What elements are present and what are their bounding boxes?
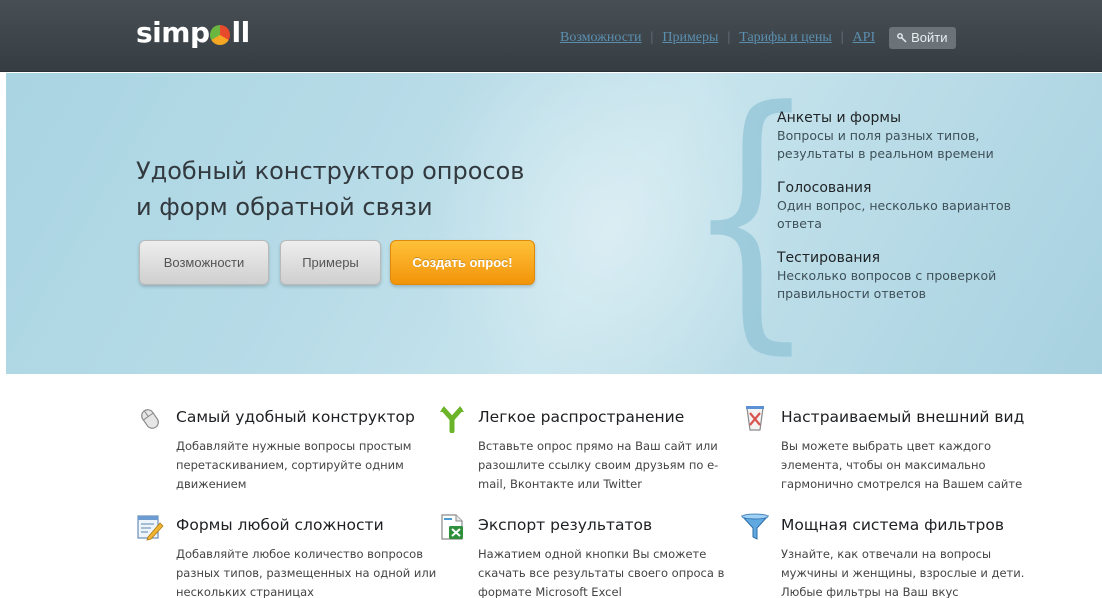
key-icon bbox=[897, 32, 907, 42]
feature-title: Мощная система фильтров bbox=[781, 516, 1004, 534]
feature-text: Добавляйте нужные вопросы простым перета… bbox=[176, 439, 412, 491]
hero-feature-text: Один вопрос, несколько вариантов ответа bbox=[777, 198, 1012, 231]
feature-title: Формы любой сложности bbox=[176, 516, 384, 534]
hero-features-list: Анкеты и формы Вопросы и поля разных тип… bbox=[777, 109, 1057, 319]
nav-link-pricing[interactable]: Тарифы и цены bbox=[739, 30, 831, 46]
nav-separator: | bbox=[840, 30, 844, 45]
hero-feature-title: Анкеты и формы bbox=[777, 110, 902, 126]
hero-title: Удобный конструктор опросов и форм обрат… bbox=[136, 153, 616, 225]
nav-link-examples[interactable]: Примеры bbox=[662, 30, 718, 46]
hero-feature-text: Вопросы и поля разных типов, результаты … bbox=[777, 128, 994, 161]
feature-title: Легкое распространение bbox=[478, 408, 685, 426]
feature-title: Экспорт результатов bbox=[478, 516, 653, 534]
nav-link-api[interactable]: API bbox=[853, 30, 876, 46]
login-label: Войти bbox=[911, 30, 948, 45]
top-nav: Возможности | Примеры | Тарифы и цены | … bbox=[560, 27, 1102, 49]
features-button[interactable]: Возможности bbox=[139, 240, 269, 285]
filter-icon bbox=[741, 513, 769, 541]
nav-separator: | bbox=[650, 30, 654, 45]
nav-separator: | bbox=[727, 30, 731, 45]
feature-text: Вы можете выбрать цвет каждого элемента,… bbox=[781, 439, 1023, 491]
hero-feature-voting: Голосования Один вопрос, несколько вариа… bbox=[777, 179, 1057, 233]
paint-icon bbox=[741, 405, 769, 433]
form-edit-icon bbox=[136, 513, 164, 541]
examples-button[interactable]: Примеры bbox=[280, 240, 381, 285]
hero-banner: { Удобный конструктор опросов и форм обр… bbox=[6, 73, 1102, 374]
top-header: simp ll Возможности | Примеры | Тарифы и … bbox=[0, 0, 1102, 72]
create-poll-button[interactable]: Создать опрос! bbox=[390, 240, 535, 285]
excel-export-icon bbox=[438, 513, 466, 541]
feature-title: Самый удобный конструктор bbox=[176, 408, 415, 426]
share-arrows-icon bbox=[438, 405, 466, 433]
mouse-icon bbox=[136, 405, 164, 433]
nav-link-features[interactable]: Возможности bbox=[560, 30, 642, 46]
feature-title: Настраиваемый внешний вид bbox=[781, 408, 1025, 426]
feature-text: Добавляйте любое количество вопросов раз… bbox=[176, 547, 437, 598]
hero-feature-title: Голосования bbox=[777, 180, 872, 196]
hero-feature-forms: Анкеты и формы Вопросы и поля разных тип… bbox=[777, 109, 1057, 163]
feature-text: Нажатием одной кнопки Вы сможете скачать… bbox=[478, 547, 725, 598]
hero-feature-title: Тестирования bbox=[777, 250, 881, 266]
feature-text: Вставьте опрос прямо на Ваш сайт или раз… bbox=[478, 439, 719, 491]
feature-text: Узнайте, как отвечали на вопросы мужчины… bbox=[781, 547, 1025, 598]
simpoll-logo[interactable]: simp ll bbox=[136, 16, 250, 50]
logo-pie-icon bbox=[210, 25, 231, 45]
hero-title-line-2: и форм обратной связи bbox=[136, 193, 433, 221]
hero-feature-text: Несколько вопросов с проверкой правильно… bbox=[777, 268, 997, 301]
login-button[interactable]: Войти bbox=[889, 27, 956, 49]
hero-feature-testing: Тестирования Несколько вопросов с провер… bbox=[777, 249, 1057, 303]
hero-title-line-1: Удобный конструктор опросов bbox=[136, 157, 525, 185]
